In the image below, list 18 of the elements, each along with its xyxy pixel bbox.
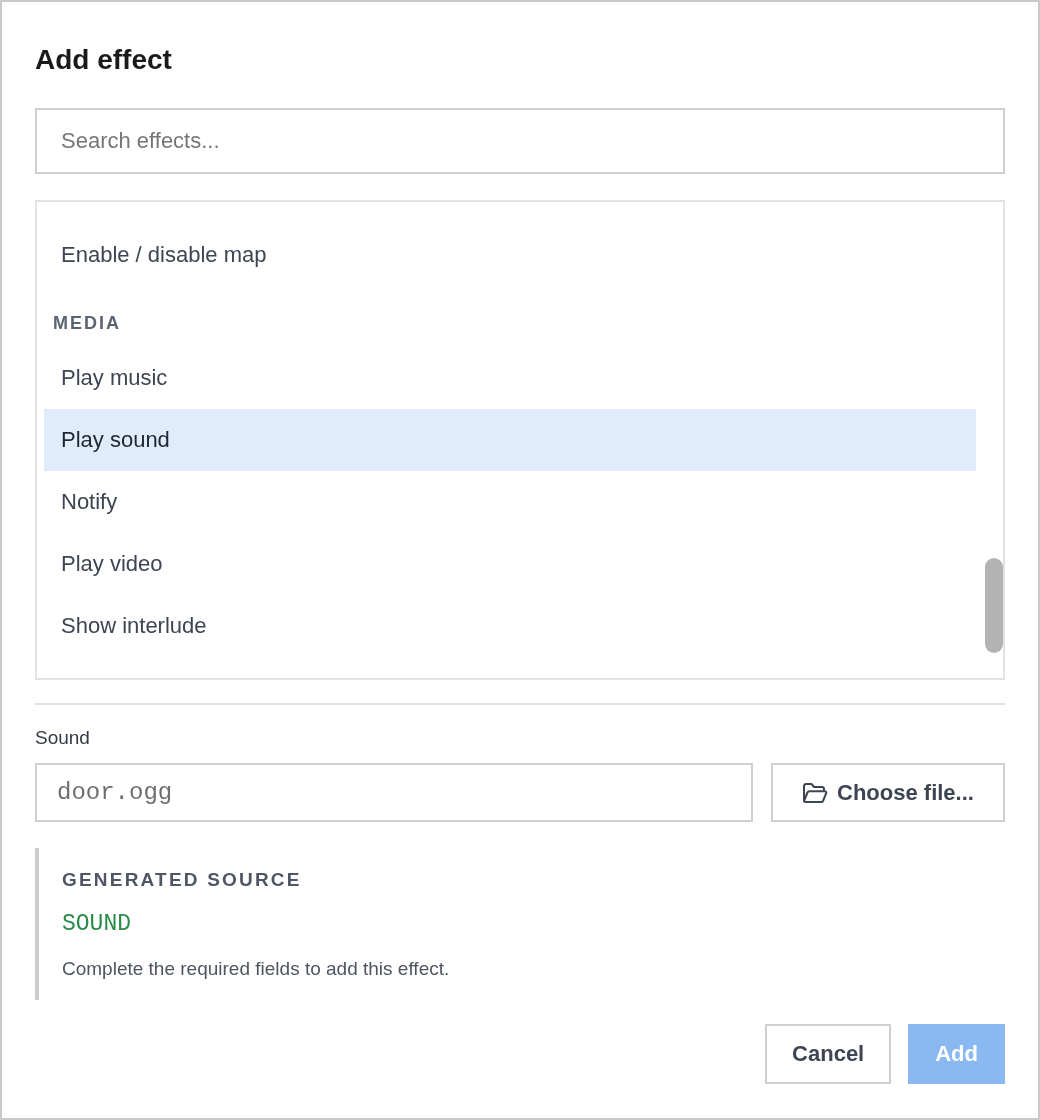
generated-source-heading: GENERATED SOURCE bbox=[62, 868, 302, 892]
effect-list-item[interactable]: Notify bbox=[44, 471, 976, 533]
effect-list-item[interactable]: Play sound bbox=[44, 409, 976, 471]
validation-message: Complete the required fields to add this effect. bbox=[62, 957, 450, 981]
scrollbar-thumb[interactable] bbox=[985, 558, 1003, 653]
effect-list-item[interactable]: Enable / disable map bbox=[44, 224, 976, 286]
sound-field[interactable]: door.ogg bbox=[35, 763, 753, 822]
field-label: Sound bbox=[35, 726, 90, 750]
effect-list-item[interactable]: Play music bbox=[44, 347, 976, 409]
search-field[interactable]: Search effects... bbox=[35, 108, 1005, 174]
group-heading: MEDIA bbox=[52, 312, 122, 335]
cancel-button[interactable]: Cancel bbox=[765, 1024, 892, 1084]
effect-list-item[interactable]: Show interlude bbox=[44, 595, 976, 657]
effect-list-item[interactable]: Play video bbox=[44, 533, 976, 595]
folder-icon bbox=[802, 781, 829, 804]
generated-source-code: SOUND bbox=[62, 910, 131, 938]
choose-file-button[interactable]: Choose file... bbox=[771, 763, 1005, 822]
dialog-title: Add effect bbox=[35, 43, 172, 77]
